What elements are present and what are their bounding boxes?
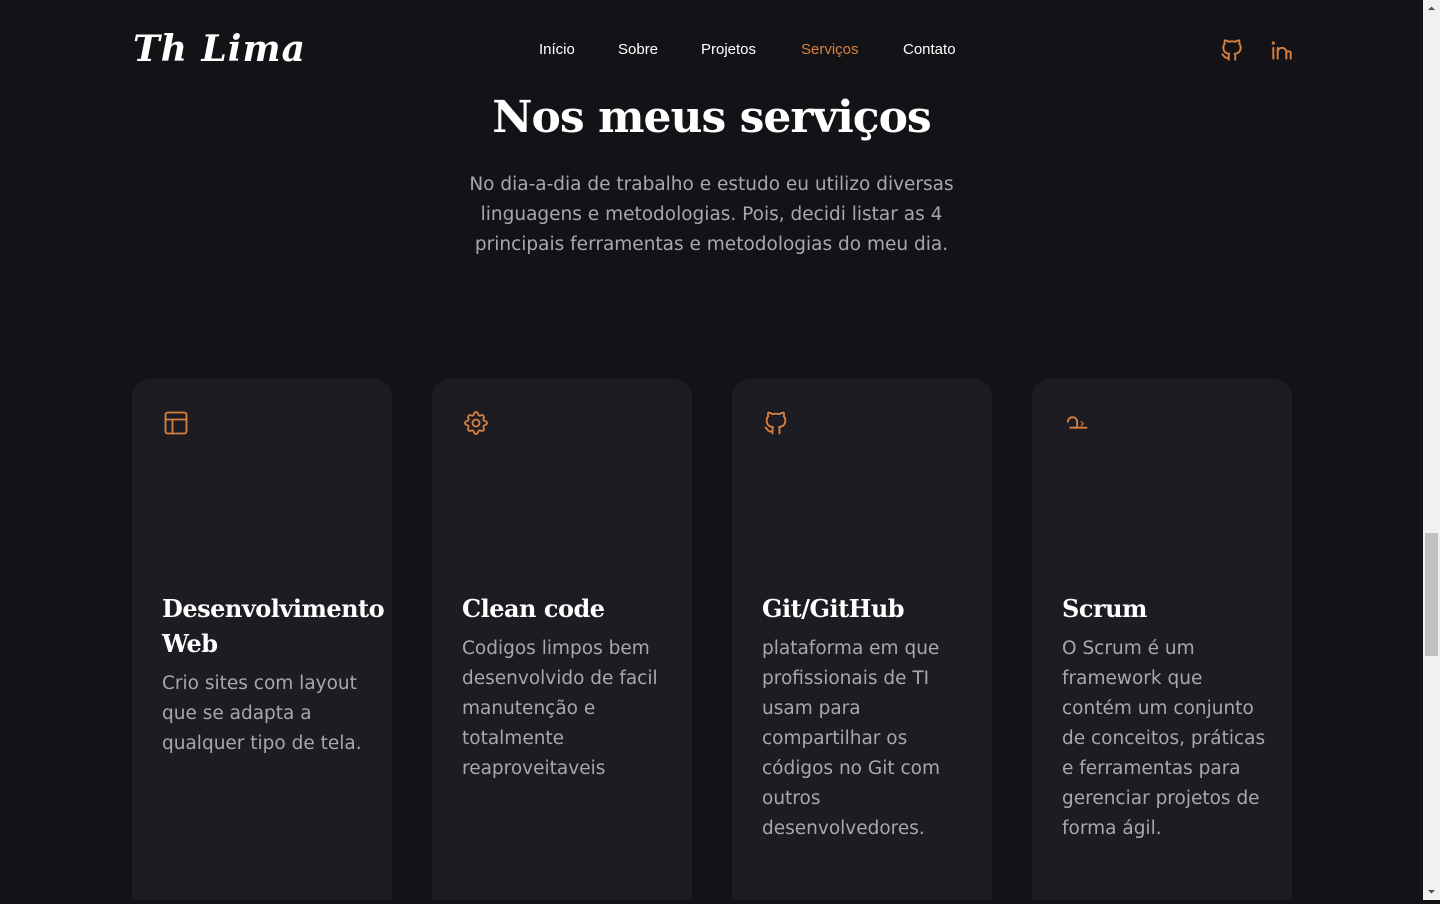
nav-item-inicio[interactable]: Início — [539, 41, 618, 58]
nav-item-projetos[interactable]: Projetos — [701, 41, 801, 58]
service-card-scrum: Scrum O Scrum é um framework que contém … — [1032, 379, 1292, 900]
scrollbar-thumb[interactable] — [1425, 533, 1438, 656]
card-title: Scrum — [1062, 594, 1147, 623]
card-description: Crio sites com layout que se adapta a qu… — [162, 673, 362, 754]
github-icon — [762, 409, 790, 437]
card-title: Clean code — [462, 594, 605, 623]
page-title: Nos meus serviços — [492, 92, 931, 143]
card-description: Codigos limpos bem desenvolvido de facil… — [462, 638, 658, 779]
main-nav: Início Sobre Projetos Serviços Contato — [539, 41, 956, 58]
card-title: Desenvolvimento Web — [162, 594, 385, 658]
nav-item-contato[interactable]: Contato — [903, 41, 956, 58]
service-card-web: Desenvolvimento Web Crio sites com layou… — [132, 379, 392, 900]
section-description: No dia-a-dia de trabalho e estudo eu uti… — [469, 174, 954, 255]
page: Th Lima Início Sobre Projetos Serviços C… — [0, 0, 1423, 900]
scrum-icon — [1062, 409, 1090, 437]
gear-icon — [462, 409, 490, 437]
nav-item-servicos[interactable]: Serviços — [801, 41, 903, 58]
card-description: O Scrum é um framework que contém um con… — [1062, 638, 1266, 839]
service-card-git: Git/GitHub plataforma em que profissiona… — [732, 379, 992, 900]
nav-item-sobre[interactable]: Sobre — [618, 41, 701, 58]
service-card-clean-code: Clean code Codigos limpos bem desenvolvi… — [432, 379, 692, 900]
linkedin-icon[interactable] — [1269, 37, 1295, 63]
scroll-down-arrow[interactable] — [1423, 883, 1440, 900]
scrollbar[interactable] — [1423, 0, 1440, 900]
logo[interactable]: Th Lima — [133, 28, 306, 70]
github-icon[interactable] — [1219, 37, 1245, 63]
layout-icon — [162, 409, 190, 437]
card-title: Git/GitHub — [762, 594, 905, 623]
card-description: plataforma em que profissionais de TI us… — [762, 638, 940, 839]
scroll-up-arrow[interactable] — [1423, 0, 1440, 17]
